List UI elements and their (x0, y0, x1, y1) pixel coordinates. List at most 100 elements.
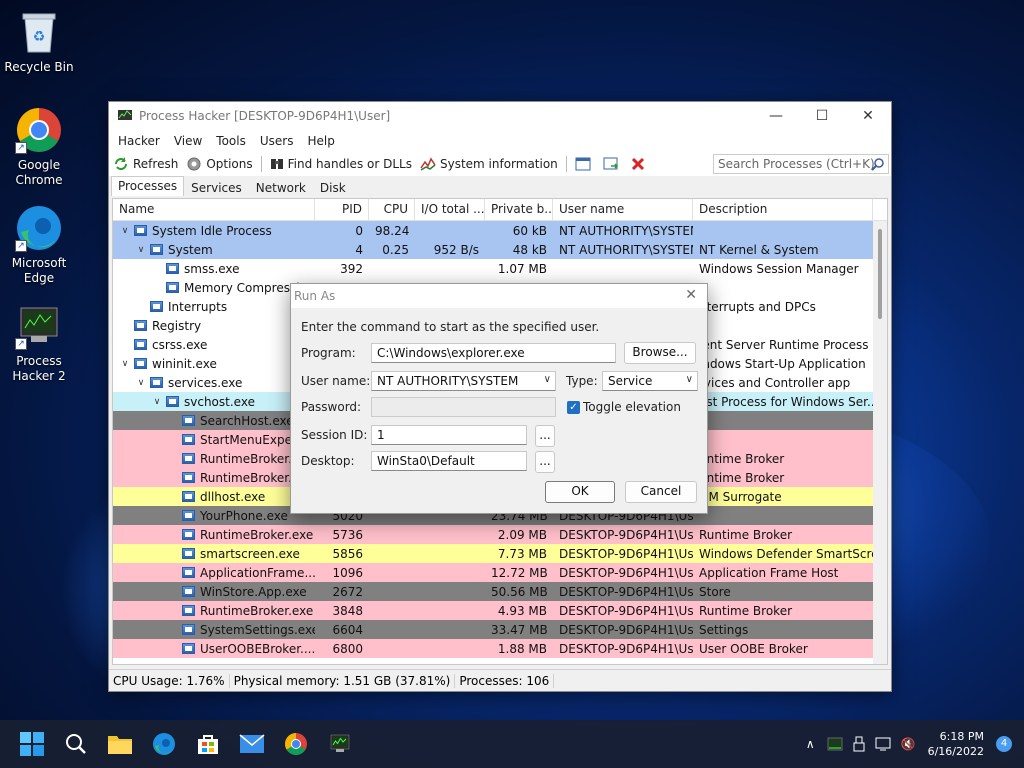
menu-tools[interactable]: Tools (209, 134, 253, 148)
go-to-window-button[interactable] (603, 156, 623, 172)
menu-users[interactable]: Users (253, 134, 301, 148)
process-hacker-taskbar-button[interactable] (326, 730, 354, 758)
session-picker-button[interactable]: ... (535, 425, 555, 447)
options-button[interactable]: Options (186, 156, 253, 172)
vertical-scrollbar[interactable] (873, 221, 887, 664)
tab-services[interactable]: Services (184, 178, 249, 196)
tree-expand-chevron-icon[interactable]: ∨ (135, 378, 147, 388)
column-cpu[interactable]: CPU (369, 199, 415, 220)
desktop-icon-edge[interactable]: ↗ Microsoft Edge (1, 204, 77, 286)
table-row[interactable]: ∨ System 4 0.25 952 B/s 48 kB NT AUTHORITY\SYS… (113, 240, 887, 259)
process-name: StartMenuExperi (200, 432, 301, 447)
status-cpu-usage: CPU Usage: 1.76% (109, 673, 230, 688)
network-icon[interactable] (875, 737, 893, 751)
minimize-button[interactable]: — (753, 102, 799, 130)
tree-expand-chevron-icon[interactable]: ∨ (151, 397, 163, 407)
process-name-cell: ∨ wininit.exe (113, 357, 315, 371)
process-hacker-tray-icon[interactable] (827, 737, 843, 751)
tab-processes[interactable]: Processes (111, 176, 185, 196)
tree-expand-chevron-icon[interactable]: ∨ (119, 226, 131, 236)
table-row[interactable]: smss.exe 392 1.07 MB Windows Session Manage… (113, 259, 887, 278)
column-private-bytes[interactable]: Private b... (485, 199, 553, 220)
process-icon (182, 529, 195, 540)
chrome-taskbar-button[interactable] (282, 730, 310, 758)
username-combo[interactable]: NT AUTHORITY\SYSTEM ∨ (371, 371, 556, 391)
show-hidden-icons-chevron-icon[interactable]: ∧ (806, 737, 815, 751)
table-row[interactable]: RuntimeBroker.exe 3848 4.93 MB DESKTOP-9D6P… (113, 601, 887, 620)
toggle-elevation-label[interactable]: Toggle elevation (583, 400, 681, 414)
mail-icon (239, 734, 265, 753)
session-id-input[interactable]: 1 (371, 425, 527, 445)
process-icon (134, 320, 147, 331)
search-processes-input[interactable]: Search Processes (Ctrl+K) (713, 154, 889, 174)
column-pid[interactable]: PID (315, 199, 369, 220)
column-description[interactable]: Description (693, 199, 873, 220)
process-name: wininit.exe (152, 356, 217, 371)
type-combo[interactable]: Service ∨ (602, 371, 698, 391)
mail-button[interactable] (238, 730, 266, 758)
desktop-icon-process-hacker[interactable]: ↗ Process Hacker 2 (1, 302, 77, 384)
cell-pid: 5856 (332, 546, 363, 561)
clock[interactable]: 6:18 PM 6/16/2022 (928, 729, 984, 759)
table-row[interactable]: ∨ System Idle Process 0 98.24 60 kB NT AUTHOR… (113, 221, 887, 240)
terminate-button[interactable] (631, 157, 649, 171)
table-row[interactable]: smartscreen.exe 5856 7.73 MB DESKTOP-9D6P4H… (113, 544, 887, 563)
menu-help[interactable]: Help (300, 134, 341, 148)
notification-count-badge[interactable]: 4 (996, 736, 1012, 752)
table-row[interactable]: RuntimeBroker.exe 5736 2.09 MB DESKTOP-9D6P… (113, 525, 887, 544)
desktop-input[interactable]: WinSta0\Default (371, 451, 527, 471)
system-info-button[interactable]: System information (420, 156, 558, 172)
desktop-icon-chrome[interactable]: ↗ Google Chrome (1, 106, 77, 188)
file-explorer-button[interactable] (106, 730, 134, 758)
scrollbar-thumb[interactable] (878, 229, 882, 319)
store-button[interactable] (194, 730, 222, 758)
usb-device-icon[interactable] (853, 736, 865, 752)
refresh-button[interactable]: Refresh (113, 156, 178, 172)
cancel-button[interactable]: Cancel (625, 481, 697, 503)
edge-taskbar-button[interactable] (150, 730, 178, 758)
tree-expand-chevron-icon[interactable]: ∨ (135, 245, 147, 255)
volume-muted-icon[interactable]: 🔇 (901, 737, 916, 751)
process-icon (182, 605, 195, 616)
ok-button[interactable]: OK (545, 481, 615, 503)
start-button[interactable] (18, 730, 46, 758)
process-name-cell: SearchHost.exe (113, 414, 315, 428)
table-row[interactable]: WinStore.App.exe 2672 50.56 MB DESKTOP-9D6P… (113, 582, 887, 601)
cell-desc: nterrupts and DPCs (699, 299, 816, 314)
title-bar[interactable]: Process Hacker [DESKTOP-9D6P4H1\User] — … (109, 102, 891, 130)
tree-expand-chevron-icon[interactable]: ∨ (119, 359, 131, 369)
table-row[interactable]: SystemSettings.exe 6604 33.47 MB DESKTOP-9D… (113, 620, 887, 639)
toggle-elevation-checkbox[interactable]: ✓ (567, 401, 580, 414)
process-icon (182, 434, 195, 445)
column-io-total[interactable]: I/O total ... (415, 199, 485, 220)
column-name[interactable]: Name (113, 199, 315, 220)
tab-strip: Processes Services Network Disk (109, 176, 891, 196)
browse-button[interactable]: Browse... (624, 342, 696, 364)
table-row[interactable]: ApplicationFrame... 1096 12.72 MB DESKTOP-9… (113, 563, 887, 582)
cell-pid: 3848 (332, 603, 363, 618)
search-placeholder: Search Processes (Ctrl+K) (718, 157, 875, 171)
close-button[interactable]: ✕ (845, 102, 891, 130)
desktop-picker-button[interactable]: ... (535, 451, 555, 473)
process-name-cell: Interrupts (113, 300, 315, 314)
process-name-cell: RuntimeBroker.exe (113, 528, 315, 542)
table-row[interactable]: UserOOBEBroker.... 6800 1.88 MB DESKTOP-9D6… (113, 639, 887, 658)
tab-network[interactable]: Network (249, 178, 313, 196)
show-window-button[interactable] (575, 156, 595, 172)
process-name: YourPhone.exe (200, 508, 288, 523)
program-input[interactable]: C:\Windows\explorer.exe (371, 343, 616, 363)
process-name-cell: Registry (113, 319, 315, 333)
tab-disk[interactable]: Disk (313, 178, 353, 196)
dialog-close-icon[interactable]: ✕ (685, 287, 697, 303)
search-button[interactable] (62, 730, 90, 758)
system-info-label: System information (439, 157, 558, 171)
menu-hacker[interactable]: Hacker (111, 134, 167, 148)
column-user-name[interactable]: User name (553, 199, 693, 220)
process-name: RuntimeBroker.e (200, 451, 300, 466)
maximize-button[interactable]: ☐ (799, 102, 845, 130)
find-handles-button[interactable]: Find handles or DLLs (270, 156, 412, 172)
desktop-icon-recycle-bin[interactable]: ♻ Recycle Bin (1, 8, 77, 75)
menu-view[interactable]: View (167, 134, 209, 148)
cell-pid: 0 (355, 223, 363, 238)
dialog-title-bar[interactable]: Run As ✕ (291, 284, 707, 308)
